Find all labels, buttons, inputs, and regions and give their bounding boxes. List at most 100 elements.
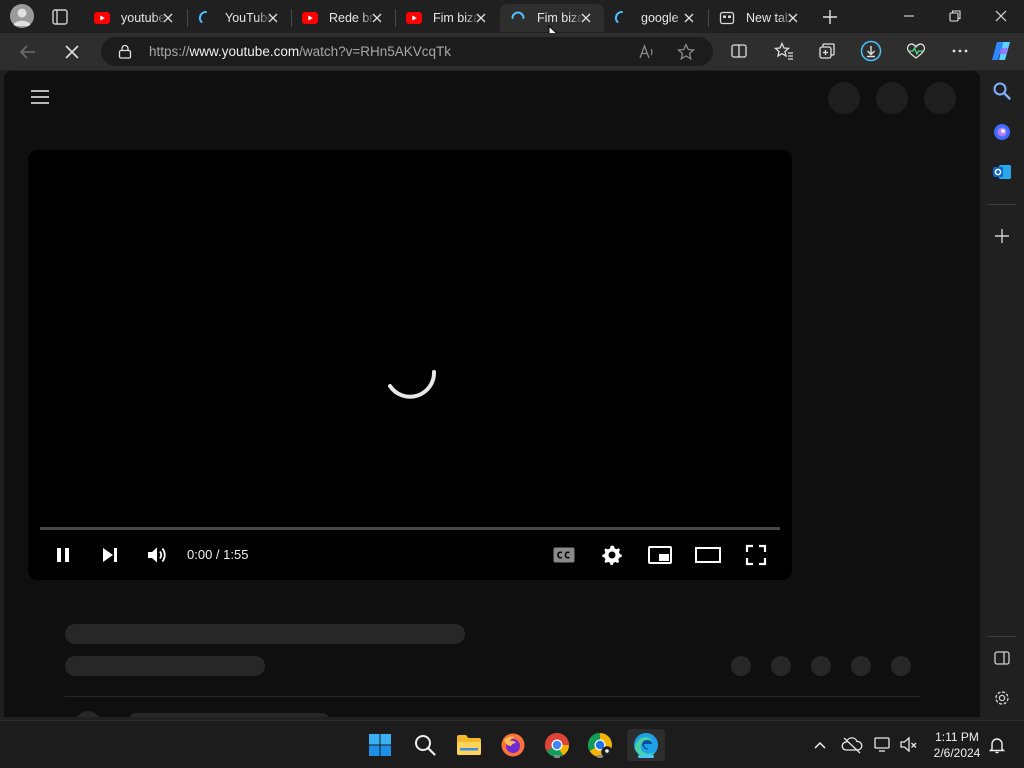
search-button[interactable] xyxy=(409,729,441,761)
firefox-icon xyxy=(501,733,525,757)
collections-button[interactable] xyxy=(817,41,837,61)
onedrive-tray-icon[interactable] xyxy=(841,735,863,755)
minimize-icon xyxy=(904,15,914,17)
copilot-icon xyxy=(994,124,1010,140)
favorite-star-button[interactable] xyxy=(676,42,696,62)
progress-bar[interactable] xyxy=(40,527,780,530)
browser-toolbar: https://www.youtube.com/watch?v=RHn5AKVc… xyxy=(0,33,1024,70)
theater-mode-button[interactable] xyxy=(692,539,724,571)
chrome-profile-button[interactable] xyxy=(584,729,616,761)
video-player[interactable]: 0:00 / 1:55 xyxy=(28,150,792,580)
subtitles-button[interactable] xyxy=(548,539,580,571)
windows-taskbar: 1:11 PM 2/6/2024 xyxy=(0,720,1024,768)
pause-icon xyxy=(57,548,69,562)
bell-icon xyxy=(988,738,1006,754)
windows-logo-icon xyxy=(369,734,391,756)
copilot-button[interactable] xyxy=(989,39,1015,63)
notifications-button[interactable] xyxy=(987,735,1007,755)
browser-essentials-button[interactable] xyxy=(905,41,927,61)
folder-icon xyxy=(457,735,481,755)
tab-label: Fim bizarr xyxy=(537,11,583,25)
time-display: 0:00 / 1:55 xyxy=(187,547,249,562)
divider-line xyxy=(65,696,920,697)
tab-youtube-loading[interactable]: YouTube xyxy=(188,4,291,32)
edge-button[interactable] xyxy=(627,729,665,761)
split-screen-button[interactable] xyxy=(729,41,749,61)
minimize-button[interactable] xyxy=(898,5,920,27)
pause-button[interactable] xyxy=(47,539,79,571)
settings-button[interactable] xyxy=(596,539,628,571)
profile-avatar[interactable] xyxy=(10,4,34,28)
close-tab-icon[interactable] xyxy=(160,10,176,26)
miniplayer-button[interactable] xyxy=(644,539,676,571)
running-indicator xyxy=(554,755,560,758)
tab-google[interactable]: google xyxy=(604,4,707,32)
settings-more-button[interactable] xyxy=(950,41,970,61)
tab-youtube[interactable]: youtube xyxy=(84,4,186,32)
volume-tray-icon[interactable] xyxy=(899,735,919,755)
star-icon xyxy=(676,42,696,61)
close-tab-icon[interactable] xyxy=(681,10,697,26)
menu-button[interactable] xyxy=(28,85,52,109)
favorites-button[interactable] xyxy=(773,41,795,61)
tab-actions-button[interactable] xyxy=(50,7,70,27)
next-button[interactable] xyxy=(94,539,126,571)
more-horizontal-icon xyxy=(952,49,968,53)
search-icon xyxy=(993,82,1011,100)
hide-sidebar-button[interactable] xyxy=(990,646,1014,670)
fullscreen-button[interactable] xyxy=(740,539,772,571)
tab-new-tab[interactable]: New tab xyxy=(709,4,811,32)
firefox-button[interactable] xyxy=(497,729,529,761)
close-icon xyxy=(65,45,79,59)
fullscreen-icon xyxy=(745,544,767,566)
sidebar-search-button[interactable] xyxy=(990,79,1014,103)
active-indicator xyxy=(638,755,654,758)
close-tab-icon[interactable] xyxy=(785,10,801,26)
back-button[interactable] xyxy=(16,40,40,64)
sidebar-add-button[interactable] xyxy=(990,224,1014,248)
sidebar-outlook-button[interactable] xyxy=(990,160,1014,184)
url-text[interactable]: https://www.youtube.com/watch?v=RHn5AKVc… xyxy=(149,44,451,59)
tab-rede[interactable]: Rede bras xyxy=(292,4,395,32)
lock-icon[interactable] xyxy=(118,44,132,59)
taskbar-clock[interactable]: 1:11 PM 2/6/2024 xyxy=(927,729,987,761)
mute-button[interactable] xyxy=(141,539,173,571)
start-button[interactable] xyxy=(364,729,396,761)
sidebar-divider xyxy=(988,636,1016,637)
back-arrow-icon xyxy=(19,45,35,59)
action-placeholder xyxy=(771,656,791,676)
sidebar-settings-button[interactable] xyxy=(990,686,1014,710)
read-aloud-button[interactable] xyxy=(637,42,657,62)
header-placeholder-circle xyxy=(924,82,956,114)
tab-fim-bizarro[interactable]: Fim bizarr xyxy=(396,4,499,32)
header-placeholder-circle xyxy=(876,82,908,114)
file-explorer-button[interactable] xyxy=(453,729,485,761)
clock-date: 2/6/2024 xyxy=(933,746,981,760)
action-placeholder xyxy=(731,656,751,676)
action-placeholder xyxy=(851,656,871,676)
downloads-button[interactable] xyxy=(860,40,882,62)
webpage-content: 0:00 / 1:55 xyxy=(4,71,980,717)
miniplayer-icon xyxy=(648,546,672,564)
close-window-button[interactable] xyxy=(990,5,1012,27)
sidebar-copilot-button[interactable] xyxy=(990,120,1014,144)
read-aloud-icon xyxy=(639,44,653,59)
loading-icon xyxy=(510,10,526,26)
action-placeholder xyxy=(891,656,911,676)
sidebar-toggle-icon xyxy=(994,651,1010,665)
url-scheme: https:// xyxy=(149,44,190,59)
outlook-icon xyxy=(993,165,1011,179)
address-bar[interactable]: https://www.youtube.com/watch?v=RHn5AKVc… xyxy=(101,37,713,66)
close-tab-icon[interactable] xyxy=(265,10,281,26)
close-tab-icon[interactable] xyxy=(578,10,594,26)
network-tray-icon[interactable] xyxy=(873,735,893,755)
download-icon xyxy=(860,40,882,62)
stop-loading-button[interactable] xyxy=(60,40,84,64)
close-tab-icon[interactable] xyxy=(369,10,385,26)
new-tab-button[interactable] xyxy=(819,6,841,28)
restore-button[interactable] xyxy=(944,5,966,27)
show-hidden-icons-button[interactable] xyxy=(810,735,830,755)
chrome-button[interactable] xyxy=(541,729,573,761)
close-tab-icon[interactable] xyxy=(473,10,489,26)
edge-sidebar xyxy=(980,70,1024,718)
